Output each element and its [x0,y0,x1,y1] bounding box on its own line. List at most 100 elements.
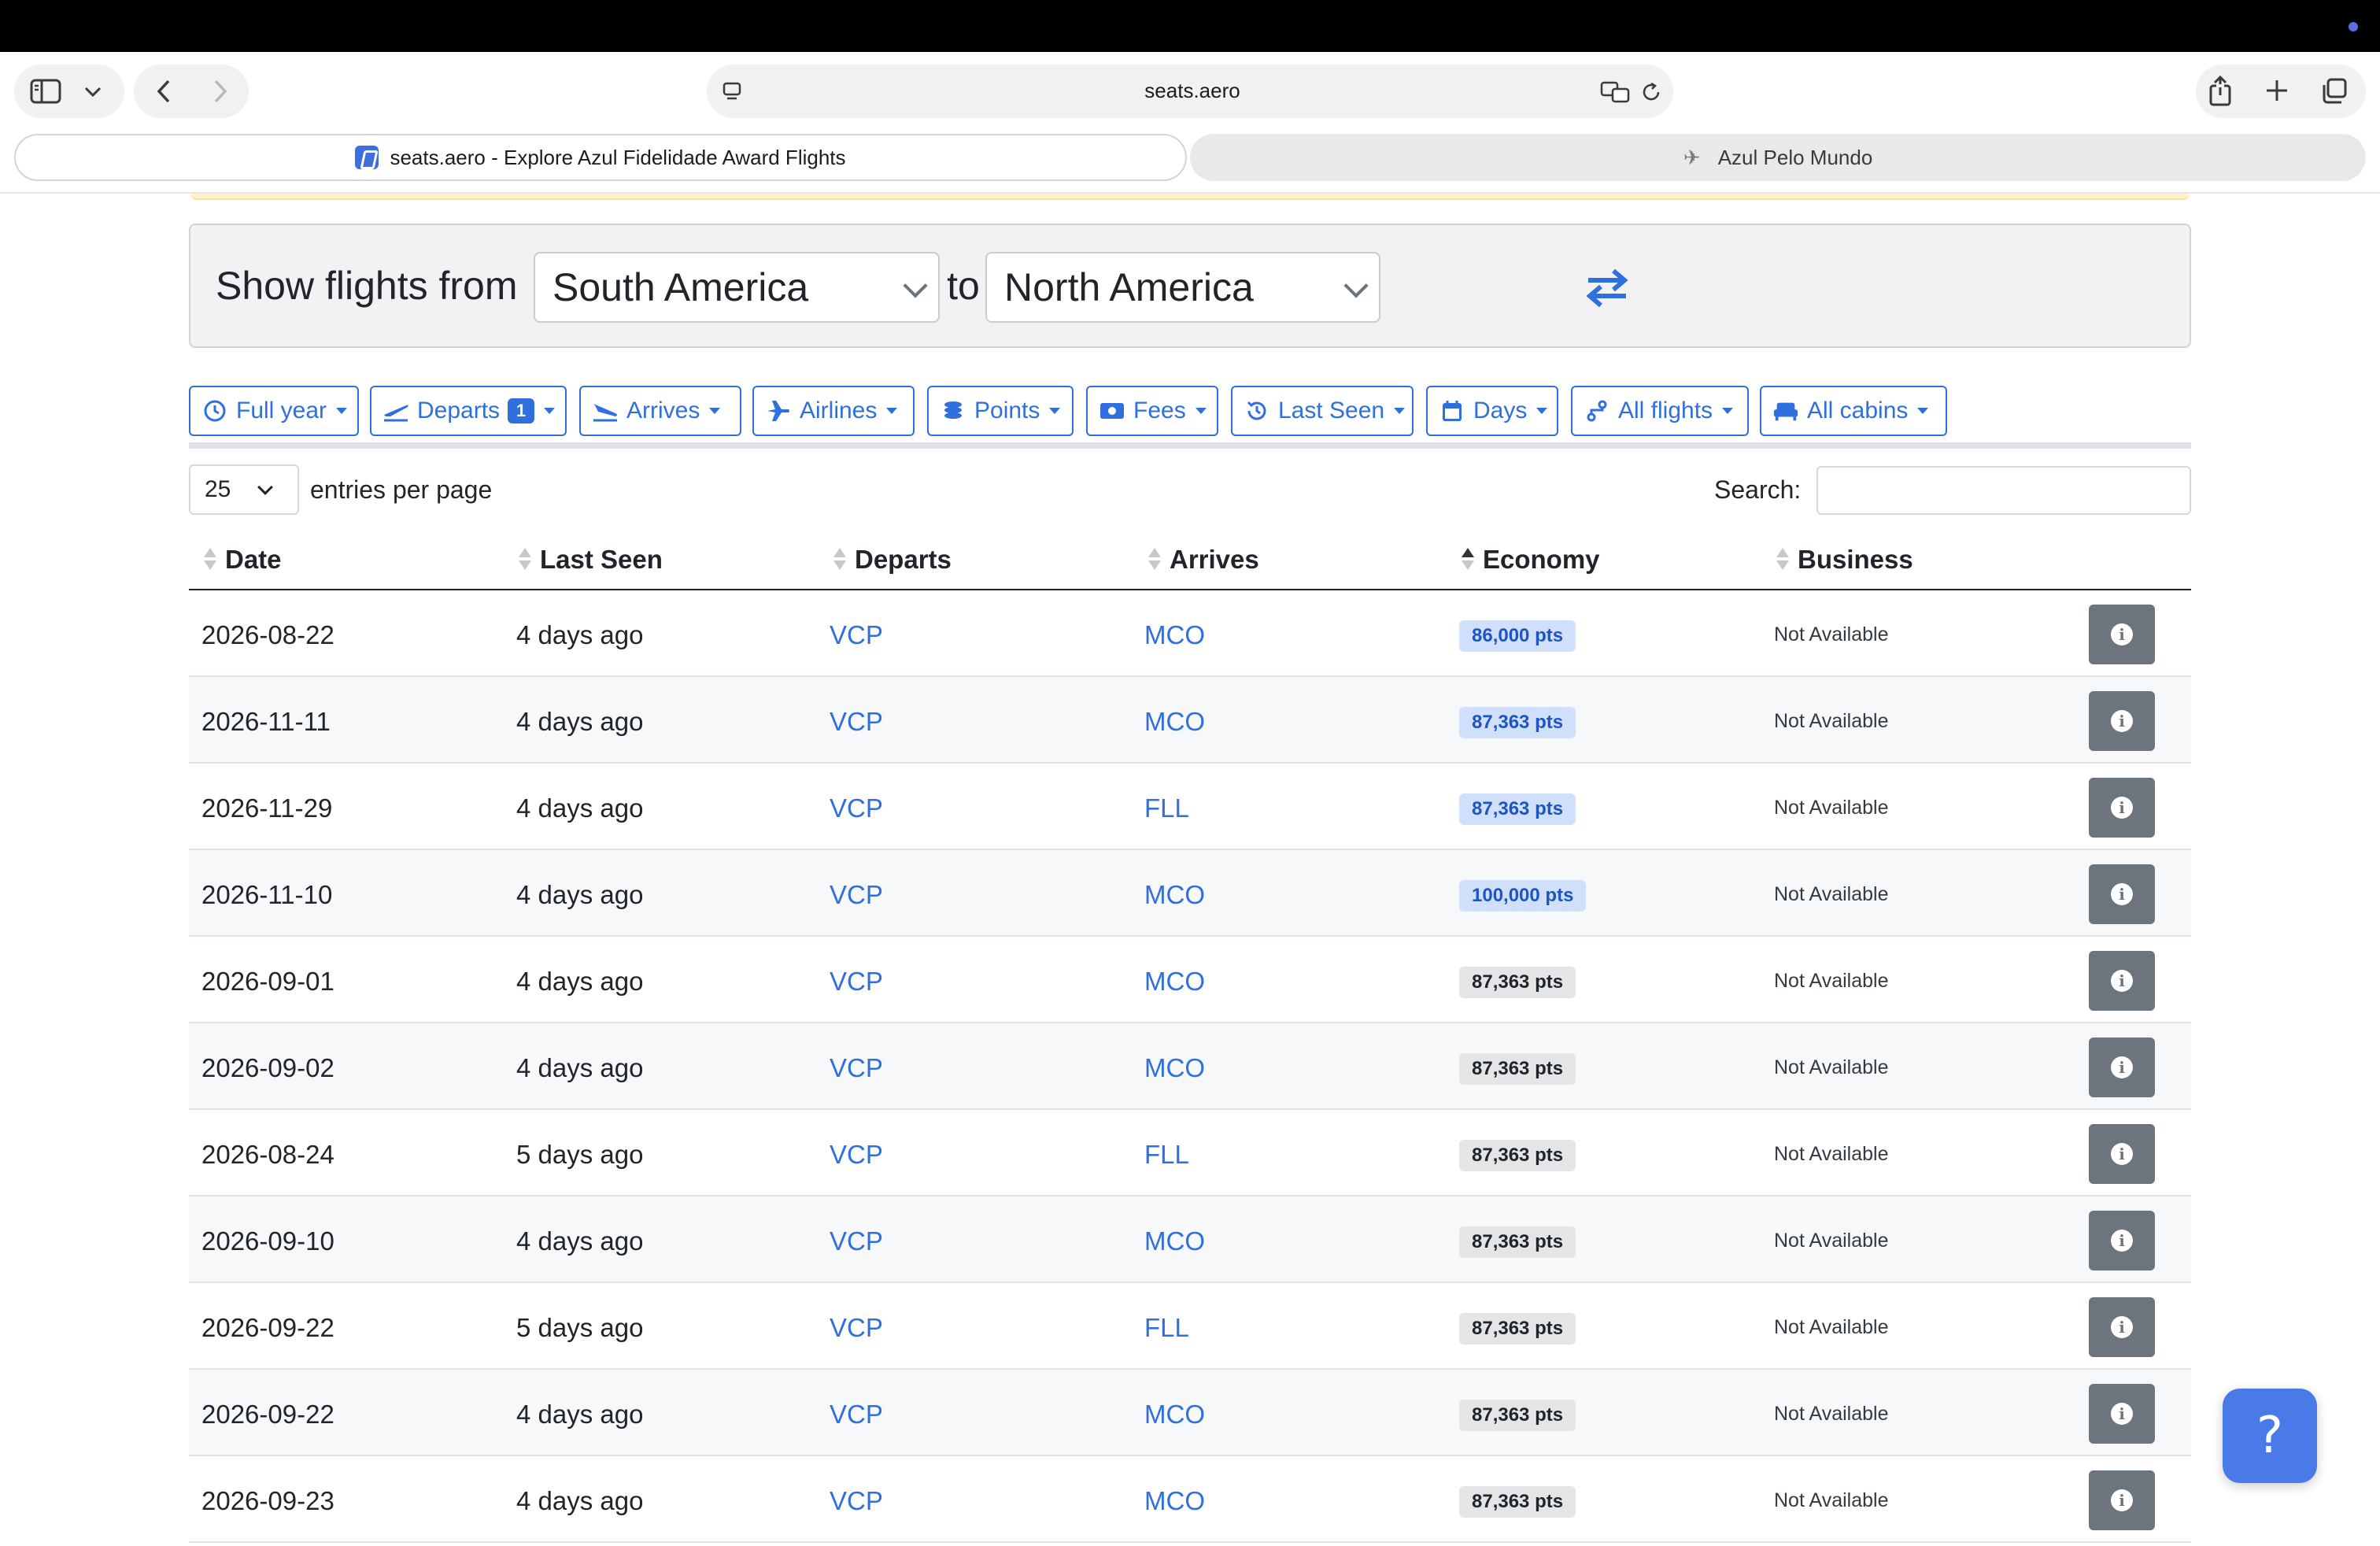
arrives-link[interactable]: MCO [1144,1400,1205,1429]
tab-overview-icon[interactable] [2319,76,2350,107]
flight-info-button[interactable]: i [2089,1384,2155,1444]
arrives-filter-button[interactable]: Arrives [579,386,741,436]
caret-down-icon [1917,408,1929,414]
flight-info-button[interactable]: i [2089,691,2155,751]
page-menu-icon[interactable] [718,79,746,105]
share-icon[interactable] [2205,72,2235,109]
search-input[interactable] [1816,466,2191,515]
arrives-link[interactable]: FLL [1144,1313,1189,1343]
flight-info-button[interactable]: i [2089,1297,2155,1357]
caret-down-icon [709,408,721,414]
arrives-link[interactable]: MCO [1144,1053,1205,1083]
destination-select[interactable]: North America [985,252,1380,323]
table-row: 2026-09-10 4 days ago VCP MCO 87,363 pts Not … [189,1196,2191,1283]
flight-info-button[interactable]: i [2089,951,2155,1011]
arrives-link[interactable]: MCO [1144,1226,1205,1256]
economy-points-badge[interactable]: 100,000 pts [1459,880,1587,912]
couch-icon [1772,398,1799,424]
departs-count-badge: 1 [508,398,535,423]
status-dot [2349,22,2358,31]
flight-info-button[interactable]: i [2089,605,2155,664]
last-seen-filter-button[interactable]: Last Seen [1231,386,1414,436]
points-filter-button[interactable]: Points [927,386,1074,436]
status-bar [0,0,2380,52]
business-availability: Not Available [1774,883,1889,905]
column-header-business[interactable]: Business [1776,545,1913,575]
new-tab-icon[interactable] [2262,76,2292,105]
reload-icon[interactable] [1637,79,1665,105]
arrives-link[interactable]: MCO [1144,967,1205,997]
departs-link[interactable]: VCP [830,1226,883,1256]
flight-info-button[interactable]: i [2089,864,2155,924]
departs-link[interactable]: VCP [830,793,883,823]
translate-icon[interactable] [1599,79,1632,105]
column-header-economy[interactable]: Economy [1461,545,1600,575]
full-year-filter-button[interactable]: Full year [189,386,359,436]
column-header-last-seen[interactable]: Last Seen [518,545,663,575]
column-header-departs[interactable]: Departs [833,545,952,575]
departs-link[interactable]: VCP [830,1486,883,1516]
date-cell: 2026-11-11 [201,707,331,736]
economy-points-badge[interactable]: 87,363 pts [1459,707,1576,738]
tab-azul-pelo-mundo[interactable]: ✈ Azul Pelo Mundo [1190,134,2366,181]
flight-info-button[interactable]: i [2089,1037,2155,1097]
days-filter-button[interactable]: Days [1426,386,1558,436]
swap-arrows-icon[interactable] [1585,268,1629,309]
origin-select[interactable]: South America [534,252,940,323]
departs-link[interactable]: VCP [830,1313,883,1343]
column-header-arrives[interactable]: Arrives [1148,545,1259,575]
arrives-link[interactable]: MCO [1144,880,1205,910]
sidebar-icon[interactable] [28,76,63,107]
sort-ascending-icon [1461,548,1475,571]
chevron-down-icon[interactable] [79,80,107,104]
economy-points-badge[interactable]: 86,000 pts [1459,620,1576,652]
last-seen-cell: 4 days ago [516,967,644,996]
departs-link[interactable]: VCP [830,1400,883,1429]
economy-points-badge[interactable]: 87,363 pts [1459,793,1576,825]
departs-filter-button[interactable]: Departs 1 [370,386,567,436]
column-header-date[interactable]: Date [203,545,282,575]
arrives-link[interactable]: MCO [1144,707,1205,737]
arrives-link[interactable]: MCO [1144,620,1205,650]
departs-link[interactable]: VCP [830,620,883,650]
help-button[interactable]: ? [2223,1389,2317,1483]
tab-seats-aero[interactable]: seats.aero - Explore Azul Fidelidade Awa… [14,134,1187,181]
table-row: 2026-09-02 4 days ago VCP MCO 87,363 pts Not … [189,1023,2191,1110]
economy-points-badge[interactable]: 87,363 pts [1459,1053,1576,1085]
route-connector-label: to [947,264,980,308]
economy-points-badge[interactable]: 87,363 pts [1459,967,1576,998]
flight-info-button[interactable]: i [2089,778,2155,838]
economy-points-badge[interactable]: 87,363 pts [1459,1486,1576,1518]
url-text[interactable]: seats.aero [1023,79,1362,103]
departs-link[interactable]: VCP [830,967,883,997]
business-availability: Not Available [1774,1056,1889,1078]
back-icon[interactable] [148,76,179,107]
info-icon: i [2111,1143,2133,1165]
departs-link[interactable]: VCP [830,880,883,910]
economy-points-badge[interactable]: 87,363 pts [1459,1226,1576,1258]
entries-per-page-select[interactable]: 25 [189,464,299,515]
caret-down-icon [886,408,898,414]
economy-points-badge[interactable]: 87,363 pts [1459,1140,1576,1171]
departs-link[interactable]: VCP [830,707,883,737]
info-icon: i [2111,883,2133,905]
all-flights-filter-button[interactable]: All flights [1571,386,1749,436]
economy-points-badge[interactable]: 87,363 pts [1459,1313,1576,1344]
business-availability: Not Available [1774,1316,1889,1338]
arrives-link[interactable]: FLL [1144,1140,1189,1170]
flight-info-button[interactable]: i [2089,1211,2155,1270]
info-icon: i [2111,1489,2133,1511]
flight-info-button[interactable]: i [2089,1124,2155,1184]
departs-link[interactable]: VCP [830,1053,883,1083]
arrives-link[interactable]: MCO [1144,1486,1205,1516]
origin-value: South America [552,265,809,309]
arrives-link[interactable]: FLL [1144,793,1189,823]
flight-info-button[interactable]: i [2089,1470,2155,1530]
airlines-filter-button[interactable]: Airlines [752,386,915,436]
all-cabins-filter-button[interactable]: All cabins [1760,386,1947,436]
economy-points-badge[interactable]: 87,363 pts [1459,1400,1576,1431]
departs-link[interactable]: VCP [830,1140,883,1170]
info-icon: i [2111,710,2133,732]
forward-icon[interactable] [205,76,236,107]
fees-filter-button[interactable]: Fees [1086,386,1218,436]
